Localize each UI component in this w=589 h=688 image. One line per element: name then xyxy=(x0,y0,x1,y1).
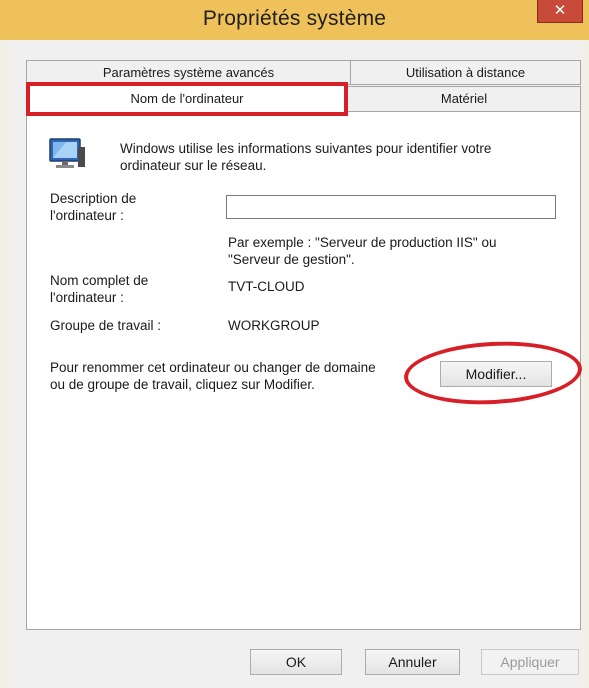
close-button[interactable]: ✕ xyxy=(537,0,583,23)
example-text-line-1: Par exemple : "Serveur de production IIS… xyxy=(228,235,497,250)
window-title: Propriétés système xyxy=(202,7,387,30)
cancel-button[interactable]: Annuler xyxy=(365,649,460,675)
full-computer-name-value: TVT-CLOUD xyxy=(228,279,305,294)
apply-button[interactable]: Appliquer xyxy=(481,649,579,675)
tab-remote-label: Utilisation à distance xyxy=(405,65,526,80)
ok-button-label: OK xyxy=(285,654,307,670)
full-name-label-line-1: Nom complet de xyxy=(50,273,149,288)
ok-button[interactable]: OK xyxy=(250,649,342,675)
computer-description-input[interactable] xyxy=(226,195,556,219)
tab-hardware-label: Matériel xyxy=(440,91,488,106)
example-text-line-2: "Serveur de gestion". xyxy=(228,252,355,267)
rename-instructions-line-1: Pour renommer cet ordinateur ou changer … xyxy=(50,360,376,375)
tab-remote[interactable]: Utilisation à distance xyxy=(350,60,581,85)
tab-hardware[interactable]: Matériel xyxy=(347,86,581,112)
close-icon: ✕ xyxy=(553,1,567,19)
intro-text-line-2: ordinateur sur le réseau. xyxy=(120,158,267,173)
intro-text-line-1: Windows utilise les informations suivant… xyxy=(120,141,492,156)
workgroup-label: Groupe de travail : xyxy=(50,318,162,333)
title-bar[interactable]: Propriétés système ✕ xyxy=(0,0,589,40)
computer-monitor-icon xyxy=(49,138,85,168)
cancel-button-label: Annuler xyxy=(388,654,437,670)
apply-button-label: Appliquer xyxy=(500,654,560,670)
rename-instructions-line-2: ou de groupe de travail, cliquez sur Mod… xyxy=(50,377,315,392)
tab-advanced-settings-label: Paramètres système avancés xyxy=(102,65,275,80)
description-label-line-2: l'ordinateur : xyxy=(50,208,124,223)
system-properties-window: Propriétés système ✕ Paramètres système … xyxy=(0,0,589,688)
full-name-label-line-2: l'ordinateur : xyxy=(50,290,124,305)
workgroup-value: WORKGROUP xyxy=(228,318,320,333)
description-label-line-1: Description de xyxy=(50,191,137,206)
annotation-highlight-rectangle xyxy=(26,82,348,116)
